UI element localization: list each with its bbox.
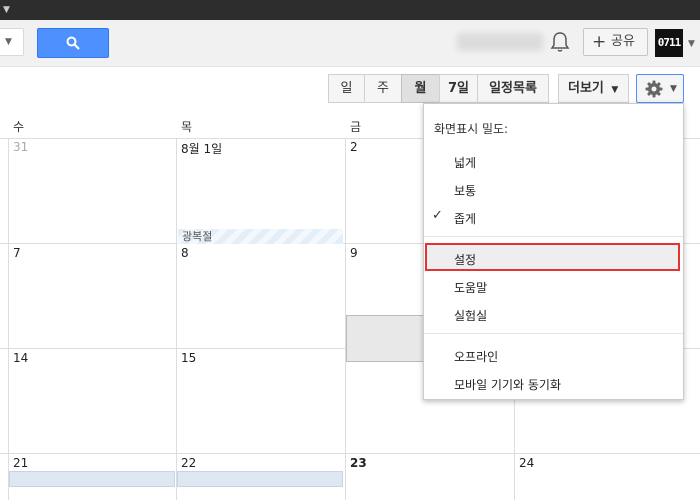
menu-separator (424, 236, 683, 237)
menu-item-labs[interactable]: 실험실 (454, 307, 487, 324)
share-label: 공유 (611, 34, 635, 49)
more-button[interactable]: 더보기 ▼ (558, 74, 629, 103)
notification-bell-icon[interactable] (550, 31, 570, 53)
settings-gear-button[interactable]: ▼ (636, 74, 684, 103)
view-7days-button[interactable]: 7일 (439, 74, 478, 103)
date-number[interactable]: 31 (13, 140, 28, 154)
grid-line (0, 453, 700, 454)
view-month-button[interactable]: 월 (401, 74, 440, 103)
date-number[interactable]: 8월 1일 (181, 140, 222, 157)
avatar[interactable]: 0711 (655, 29, 683, 57)
menu-item-help[interactable]: 도움말 (454, 279, 487, 296)
date-number[interactable]: 7 (13, 246, 21, 260)
gear-icon (645, 80, 663, 98)
density-title: 화면표시 밀도: (434, 122, 509, 136)
plus-icon: + (592, 32, 607, 52)
view-week-button[interactable]: 주 (364, 74, 402, 103)
menu-item-density-normal[interactable]: 보통 (454, 182, 476, 199)
user-name-redacted (457, 33, 543, 51)
settings-menu: 화면표시 밀도: 넓게 보통 ✓ 좁게 설정 도움말 실험실 오프라인 모바일 … (423, 103, 684, 400)
date-number[interactable]: 8 (181, 246, 189, 260)
chevron-down-icon[interactable]: ▼ (3, 5, 10, 15)
date-number[interactable]: 15 (181, 351, 196, 365)
menu-item-density-compact[interactable]: 좁게 (454, 210, 476, 227)
share-button[interactable]: + 공유 (583, 28, 648, 56)
weekday-header: 목 (181, 120, 193, 134)
search-button[interactable] (37, 28, 109, 58)
date-number[interactable]: 21 (13, 456, 28, 470)
date-number[interactable]: 9 (350, 246, 358, 260)
menu-item-density-comfortable[interactable]: 넓게 (454, 154, 476, 171)
view-agenda-button[interactable]: 일정목록 (477, 74, 549, 103)
date-number-today[interactable]: 23 (350, 456, 367, 470)
chevron-down-icon: ▼ (611, 85, 619, 95)
chevron-down-icon: ▼ (5, 37, 12, 47)
search-icon (66, 36, 80, 50)
menu-separator (424, 333, 683, 334)
weekday-header: 금 (350, 120, 362, 134)
chevron-down-icon: ▼ (670, 84, 677, 94)
menu-item-settings[interactable]: 설정 (454, 251, 476, 268)
app-header: ▼ + 공유 0711 ▼ (0, 20, 700, 67)
date-number[interactable]: 24 (519, 456, 534, 470)
chevron-down-icon[interactable]: ▼ (688, 39, 695, 49)
view-day-button[interactable]: 일 (328, 74, 365, 103)
calendar-event-redacted[interactable] (9, 471, 175, 487)
grid-line (176, 138, 177, 500)
date-number[interactable]: 22 (181, 456, 196, 470)
more-label: 더보기 (568, 81, 604, 96)
calendar-event[interactable]: 광복절 (178, 229, 343, 244)
top-black-bar: ▼ (0, 0, 700, 20)
date-number[interactable]: 14 (13, 351, 28, 365)
menu-item-offline[interactable]: 오프라인 (454, 348, 498, 365)
calendar-event-redacted[interactable] (177, 471, 343, 487)
grid-line (8, 138, 9, 500)
check-icon: ✓ (432, 208, 443, 223)
date-number[interactable]: 2 (350, 140, 358, 154)
menu-item-mobile-sync[interactable]: 모바일 기기와 동기화 (454, 376, 561, 393)
weekday-header: 수 (13, 120, 25, 134)
search-options-dropdown[interactable]: ▼ (0, 28, 24, 56)
